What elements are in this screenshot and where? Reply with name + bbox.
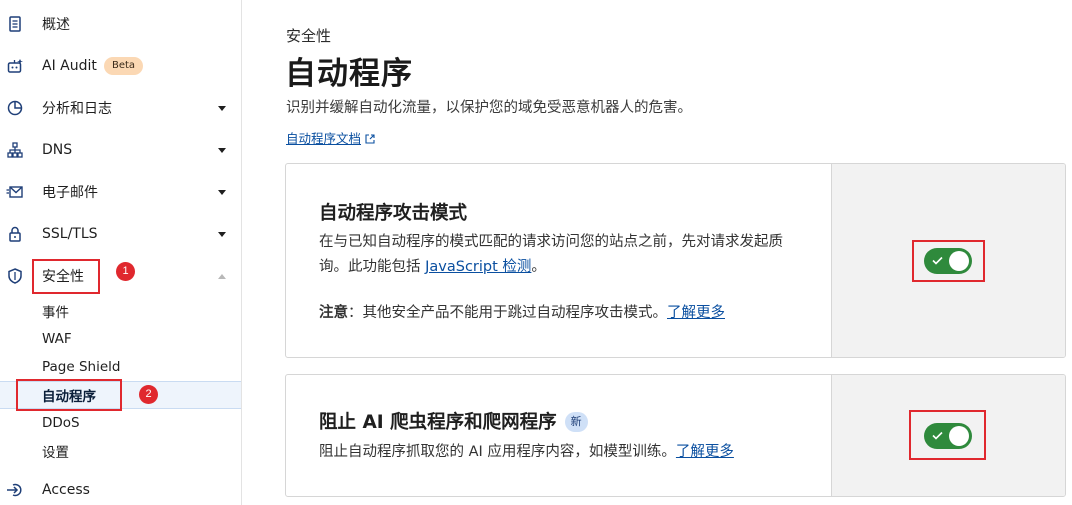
sidebar-subitem-waf[interactable]: WAF bbox=[0, 325, 241, 353]
sidebar-item-label: Access bbox=[42, 482, 90, 498]
beta-badge: Beta bbox=[104, 57, 144, 75]
external-link-icon bbox=[365, 134, 375, 144]
sidebar-item-email[interactable]: 电子邮件 bbox=[0, 174, 241, 210]
network-icon bbox=[6, 141, 24, 159]
section-label: 安全性 bbox=[286, 27, 332, 45]
new-badge: 新 bbox=[564, 412, 588, 432]
sidebar-item-ai-audit[interactable]: AI Audit Beta bbox=[0, 48, 241, 84]
step-badge-1: 1 bbox=[116, 262, 135, 281]
sidebar-item-label: AI Audit bbox=[42, 58, 97, 74]
card-title: 阻止 AI 爬虫程序和爬网程序新 bbox=[319, 408, 588, 434]
sidebar-item-analytics[interactable]: 分析和日志 bbox=[0, 90, 241, 126]
chevron-down-icon[interactable] bbox=[218, 189, 226, 195]
docs-link[interactable]: 自动程序文档 bbox=[286, 128, 375, 147]
document-icon bbox=[6, 15, 24, 33]
main-content: 安全性 自动程序 识别并缓解自动化流量，以保护您的域免受恶意机器人的危害。 自动… bbox=[242, 0, 1072, 505]
bot-fight-mode-card: 自动程序攻击模式 在与已知自动程序的模式匹配的请求访问您的站点之前，先对请求发起… bbox=[285, 163, 1066, 358]
chevron-down-icon[interactable] bbox=[218, 231, 226, 237]
block-ai-bots-toggle[interactable] bbox=[924, 423, 972, 449]
shield-icon bbox=[6, 267, 24, 285]
chevron-down-icon[interactable] bbox=[218, 147, 226, 153]
sidebar-subitem-bots[interactable]: 自动程序 bbox=[0, 381, 241, 409]
sidebar-item-label: 安全性 bbox=[42, 269, 84, 285]
sidebar-subitem-events[interactable]: 事件 bbox=[0, 297, 241, 325]
sidebar-item-access[interactable]: Access bbox=[0, 472, 241, 505]
check-icon bbox=[932, 431, 943, 440]
page-description: 识别并缓解自动化流量，以保护您的域免受恶意机器人的危害。 bbox=[286, 100, 692, 116]
sidebar-subitem-ddos[interactable]: DDoS bbox=[0, 409, 241, 437]
pie-chart-icon bbox=[6, 99, 24, 117]
sidebar-subitem-page-shield[interactable]: Page Shield bbox=[0, 353, 241, 381]
sidebar-subitem-settings[interactable]: 设置 bbox=[0, 437, 241, 465]
card-toggle-panel bbox=[831, 375, 1065, 496]
sidebar-item-dns[interactable]: DNS bbox=[0, 132, 241, 168]
email-icon bbox=[6, 183, 24, 201]
bot-fight-mode-toggle[interactable] bbox=[924, 248, 972, 274]
access-icon bbox=[6, 481, 24, 499]
sidebar-item-label: 概述 bbox=[42, 17, 70, 33]
javascript-detection-link[interactable]: JavaScript 检测 bbox=[425, 259, 531, 275]
card-description: 阻止自动程序抓取您的 AI 应用程序内容，如模型训练。了解更多 bbox=[319, 444, 734, 460]
sidebar-item-label: 分析和日志 bbox=[42, 101, 112, 117]
page-title: 自动程序 bbox=[285, 56, 413, 92]
learn-more-link[interactable]: 了解更多 bbox=[667, 305, 725, 321]
card-description: 在与已知自动程序的模式匹配的请求访问您的站点之前，先对请求发起质询。此功能包括 … bbox=[319, 234, 783, 275]
block-ai-bots-card: 阻止 AI 爬虫程序和爬网程序新 阻止自动程序抓取您的 AI 应用程序内容，如模… bbox=[285, 374, 1066, 497]
lock-icon bbox=[6, 225, 24, 243]
robot-icon bbox=[6, 57, 24, 75]
sidebar-item-label: 电子邮件 bbox=[42, 185, 98, 201]
learn-more-link[interactable]: 了解更多 bbox=[676, 444, 734, 460]
toggle-knob bbox=[949, 426, 969, 446]
chevron-up-icon[interactable] bbox=[218, 273, 226, 279]
card-title: 自动程序攻击模式 bbox=[319, 203, 468, 224]
card-note: 注意：其他安全产品不能用于跳过自动程序攻击模式。了解更多 bbox=[319, 305, 725, 321]
sidebar-item-label: DNS bbox=[42, 142, 73, 158]
toggle-knob bbox=[949, 251, 969, 271]
sidebar-item-overview[interactable]: 概述 bbox=[0, 6, 241, 42]
check-icon bbox=[932, 256, 943, 265]
sidebar-item-label: SSL/TLS bbox=[42, 226, 98, 242]
sidebar: 概述 AI Audit Beta 分析和日志 DNS 电子邮件 SSL/TLS bbox=[0, 0, 242, 505]
card-toggle-panel bbox=[831, 164, 1065, 357]
step-badge-2: 2 bbox=[139, 385, 158, 404]
sidebar-item-ssl-tls[interactable]: SSL/TLS bbox=[0, 216, 241, 252]
chevron-down-icon[interactable] bbox=[218, 105, 226, 111]
